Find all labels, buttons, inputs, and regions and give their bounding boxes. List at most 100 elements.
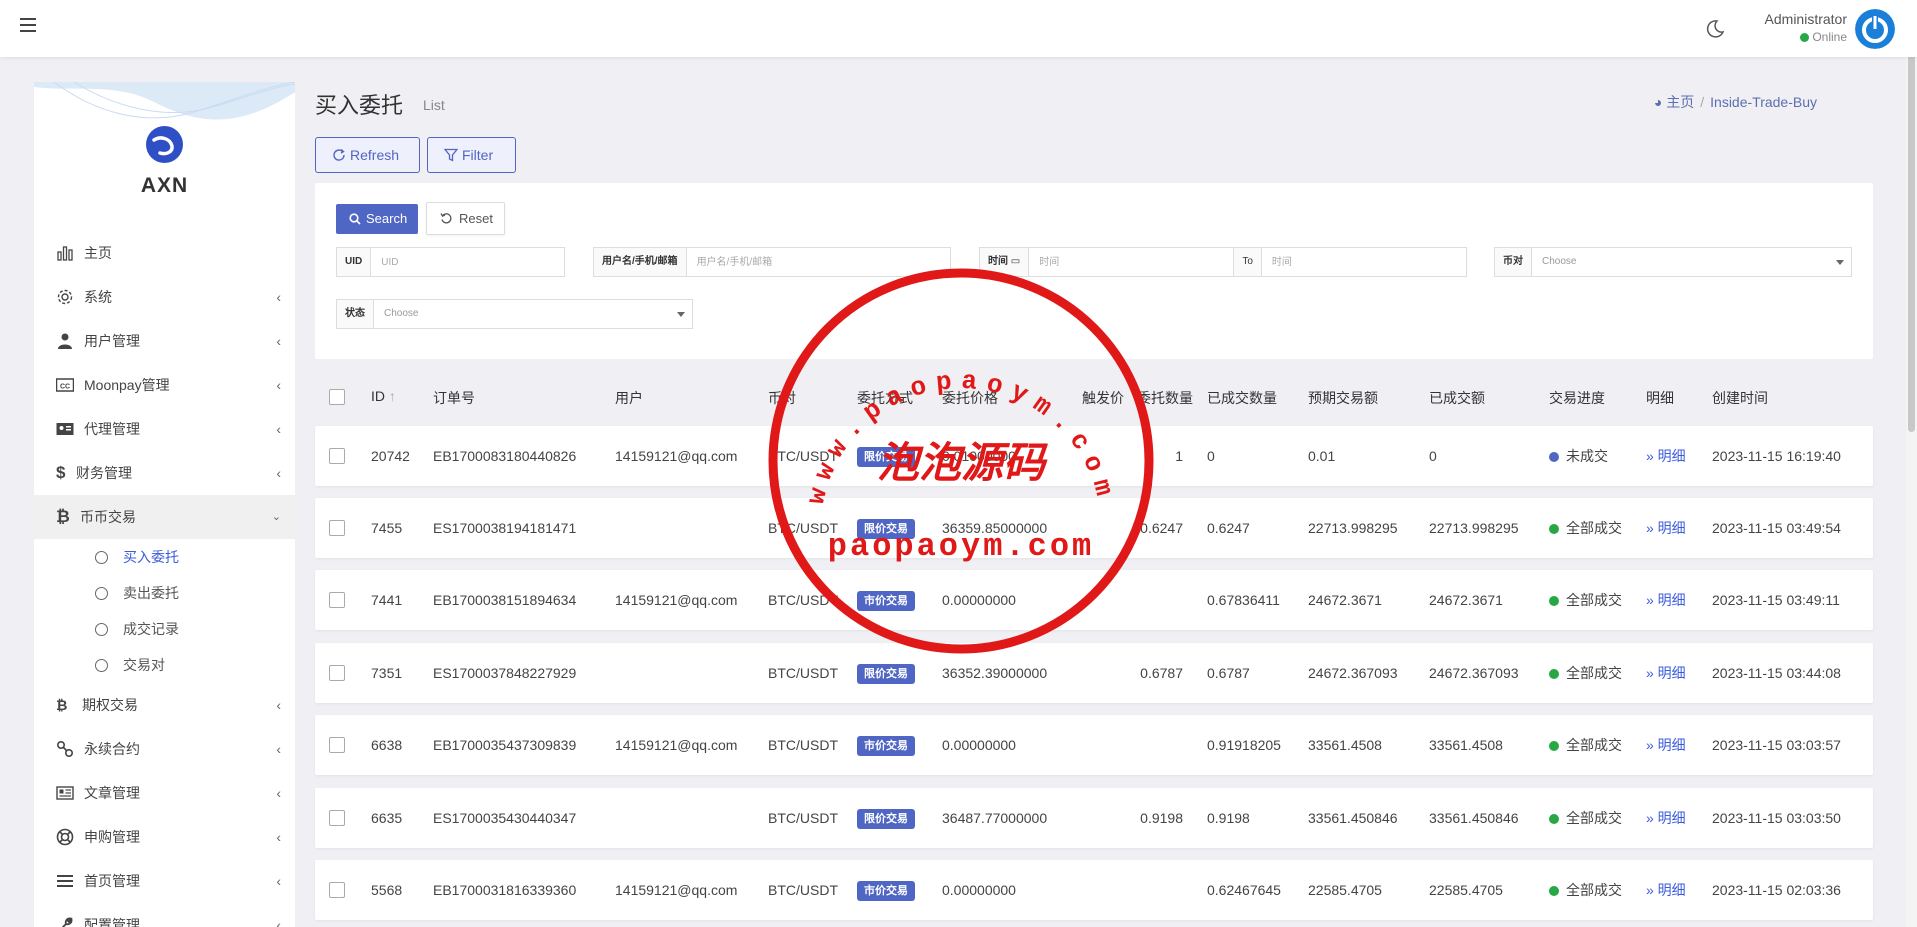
status-select[interactable]: Choose [374, 300, 692, 328]
circle-icon [95, 623, 108, 636]
pair-select[interactable]: Choose [1532, 248, 1851, 276]
row-checkbox[interactable] [329, 665, 345, 681]
online-dot-icon [1800, 33, 1810, 42]
time-end-input[interactable] [1261, 248, 1467, 276]
reset-button[interactable]: Reset [426, 202, 505, 235]
chevron-left-icon: ‹ [276, 289, 281, 305]
sidebar-subitem-buy-orders[interactable]: 买入委托 [34, 539, 295, 575]
sidebar-item-spot-trading[interactable]: ₿ 币币交易 ⌄ [34, 495, 295, 539]
refresh-button[interactable]: Refresh [315, 137, 420, 173]
sidebar-subitem-sell-orders[interactable]: 卖出委托 [34, 575, 295, 611]
dark-mode-moon-icon[interactable] [1705, 19, 1725, 39]
detail-link[interactable]: » 明细 [1646, 860, 1686, 920]
status-dot-icon [1549, 596, 1559, 606]
page-scrollbar[interactable] [1906, 0, 1917, 927]
cell-order-no: ES1700038194181471 [433, 520, 577, 536]
sidebar-wave-decoration [34, 82, 295, 120]
sidebar-item-moonpay[interactable]: CC Moonpay管理 ‹ [34, 363, 295, 407]
cell-method: 限价交易 [857, 498, 915, 558]
sidebar-item-label: 币币交易 [80, 509, 136, 525]
cell-pair: BTC/USDT [768, 665, 838, 681]
detail-link[interactable]: » 明细 [1646, 426, 1686, 486]
cell-pair: BTC/USDT [768, 882, 838, 898]
column-header-pair: 币对 [768, 390, 796, 406]
undo-icon [440, 213, 452, 224]
row-checkbox[interactable] [329, 448, 345, 464]
chevron-left-icon: ‹ [276, 697, 281, 713]
scrollbar-thumb[interactable] [1908, 2, 1915, 432]
sidebar-item-label: 主页 [84, 245, 112, 261]
sidebar-item-label: 申购管理 [84, 829, 140, 845]
user-filter: 用户名/手机/邮箱 [593, 247, 951, 277]
chevron-left-icon: ‹ [276, 873, 281, 889]
row-checkbox[interactable] [329, 737, 345, 753]
cell-method: 限价交易 [857, 426, 915, 486]
sidebar-item-perpetual[interactable]: 永续合约 ‹ [34, 727, 295, 771]
sidebar-subitem-label: 交易对 [123, 657, 165, 673]
column-header-id[interactable]: ID ↑ [371, 388, 396, 404]
logo-text: AXN [140, 174, 189, 197]
user-info[interactable]: Administrator Online [1765, 11, 1847, 44]
sidebar-item-finance[interactable]: $ 财务管理 ‹ [34, 451, 295, 495]
row-checkbox[interactable] [329, 592, 345, 608]
row-checkbox[interactable] [329, 810, 345, 826]
uid-filter: UID [336, 247, 565, 277]
sidebar-item-users[interactable]: 用户管理 ‹ [34, 319, 295, 363]
column-header-filled-qty: 已成交数量 [1207, 390, 1277, 406]
logo-icon [146, 126, 183, 163]
table-row[interactable]: 6638 EB1700035437309839 14159121@qq.com BTC… [315, 715, 1873, 775]
cell-filled-amt: 0 [1429, 448, 1437, 464]
table-row[interactable]: 7441 EB1700038151894634 14159121@qq.com BTC… [315, 570, 1873, 630]
wrench-icon [61, 917, 73, 927]
avatar[interactable] [1855, 9, 1895, 49]
detail-link[interactable]: » 明细 [1646, 788, 1686, 848]
sidebar-subitem-trading-pairs[interactable]: 交易对 [34, 647, 295, 683]
sidebar-item-system[interactable]: 系统 ‹ [34, 275, 295, 319]
uid-label: UID [337, 248, 372, 276]
table-row[interactable]: 5568 EB1700031816339360 14159121@qq.com BTC… [315, 860, 1873, 920]
cell-price: 36359.85000000 [942, 520, 1048, 536]
select-all-checkbox[interactable] [329, 389, 345, 405]
dollar-icon: $ [56, 463, 66, 482]
cell-order-no: EB1700035437309839 [433, 737, 577, 753]
breadcrumb-home[interactable]: 主页 [1666, 94, 1694, 110]
time-start-input[interactable] [1029, 248, 1234, 276]
cell-progress: 全部成交 [1549, 860, 1622, 920]
uid-input[interactable] [371, 248, 564, 276]
table-row[interactable]: 6635 ES1700035430440347 BTC/USDT 限价交易 36487.… [315, 788, 1873, 848]
calendar-icon: ▭ [1010, 256, 1021, 267]
table-row[interactable]: 20742 EB1700083180440826 14159121@qq.com BT… [315, 426, 1873, 486]
detail-link[interactable]: » 明细 [1646, 570, 1686, 630]
row-checkbox[interactable] [329, 882, 345, 898]
search-button[interactable]: Search [336, 204, 418, 234]
user-status: Online [1765, 30, 1847, 44]
sidebar-item-options[interactable]: ₿ 期权交易 ‹ [34, 683, 295, 727]
sidebar-subitem-trade-records[interactable]: 成交记录 [34, 611, 295, 647]
sidebar-item-articles[interactable]: 文章管理 ‹ [34, 771, 295, 815]
status-label: 状态 [337, 300, 374, 328]
sidebar-item-homepage[interactable]: 首页管理 ‹ [34, 859, 295, 903]
user-tie-icon [58, 333, 72, 349]
cell-price: 0.00000000 [942, 737, 1016, 753]
cell-method: 限价交易 [857, 788, 915, 848]
pair-label: 币对 [1495, 248, 1532, 276]
table-row[interactable]: 7351 ES1700037848227929 BTC/USDT 限价交易 36352.… [315, 643, 1873, 703]
cell-order-no: ES1700037848227929 [433, 665, 577, 681]
detail-link[interactable]: » 明细 [1646, 498, 1686, 558]
cell-user: 14159121@qq.com [615, 592, 738, 608]
sidebar-item-subscription[interactable]: 申购管理 ‹ [34, 815, 295, 859]
sidebar-item-agents[interactable]: 代理管理 ‹ [34, 407, 295, 451]
sidebar-item-config[interactable]: 配置管理 ‹ [34, 903, 295, 927]
user-input[interactable] [686, 248, 950, 276]
cell-filled-qty: 0.67836411 [1207, 592, 1280, 608]
table-row[interactable]: 7455 ES1700038194181471 BTC/USDT 限价交易 36359.… [315, 498, 1873, 558]
cell-qty: 0.6247 [1140, 520, 1183, 536]
sidebar-item-label: 期权交易 [82, 697, 138, 713]
detail-link[interactable]: » 明细 [1646, 715, 1686, 775]
cell-created: 2023-11-15 03:44:08 [1712, 665, 1841, 681]
hamburger-menu-icon[interactable] [20, 18, 36, 32]
row-checkbox[interactable] [329, 520, 345, 536]
detail-link[interactable]: » 明细 [1646, 643, 1686, 703]
filter-button[interactable]: Filter [427, 137, 516, 173]
sidebar-item-home[interactable]: 主页 [34, 231, 295, 275]
